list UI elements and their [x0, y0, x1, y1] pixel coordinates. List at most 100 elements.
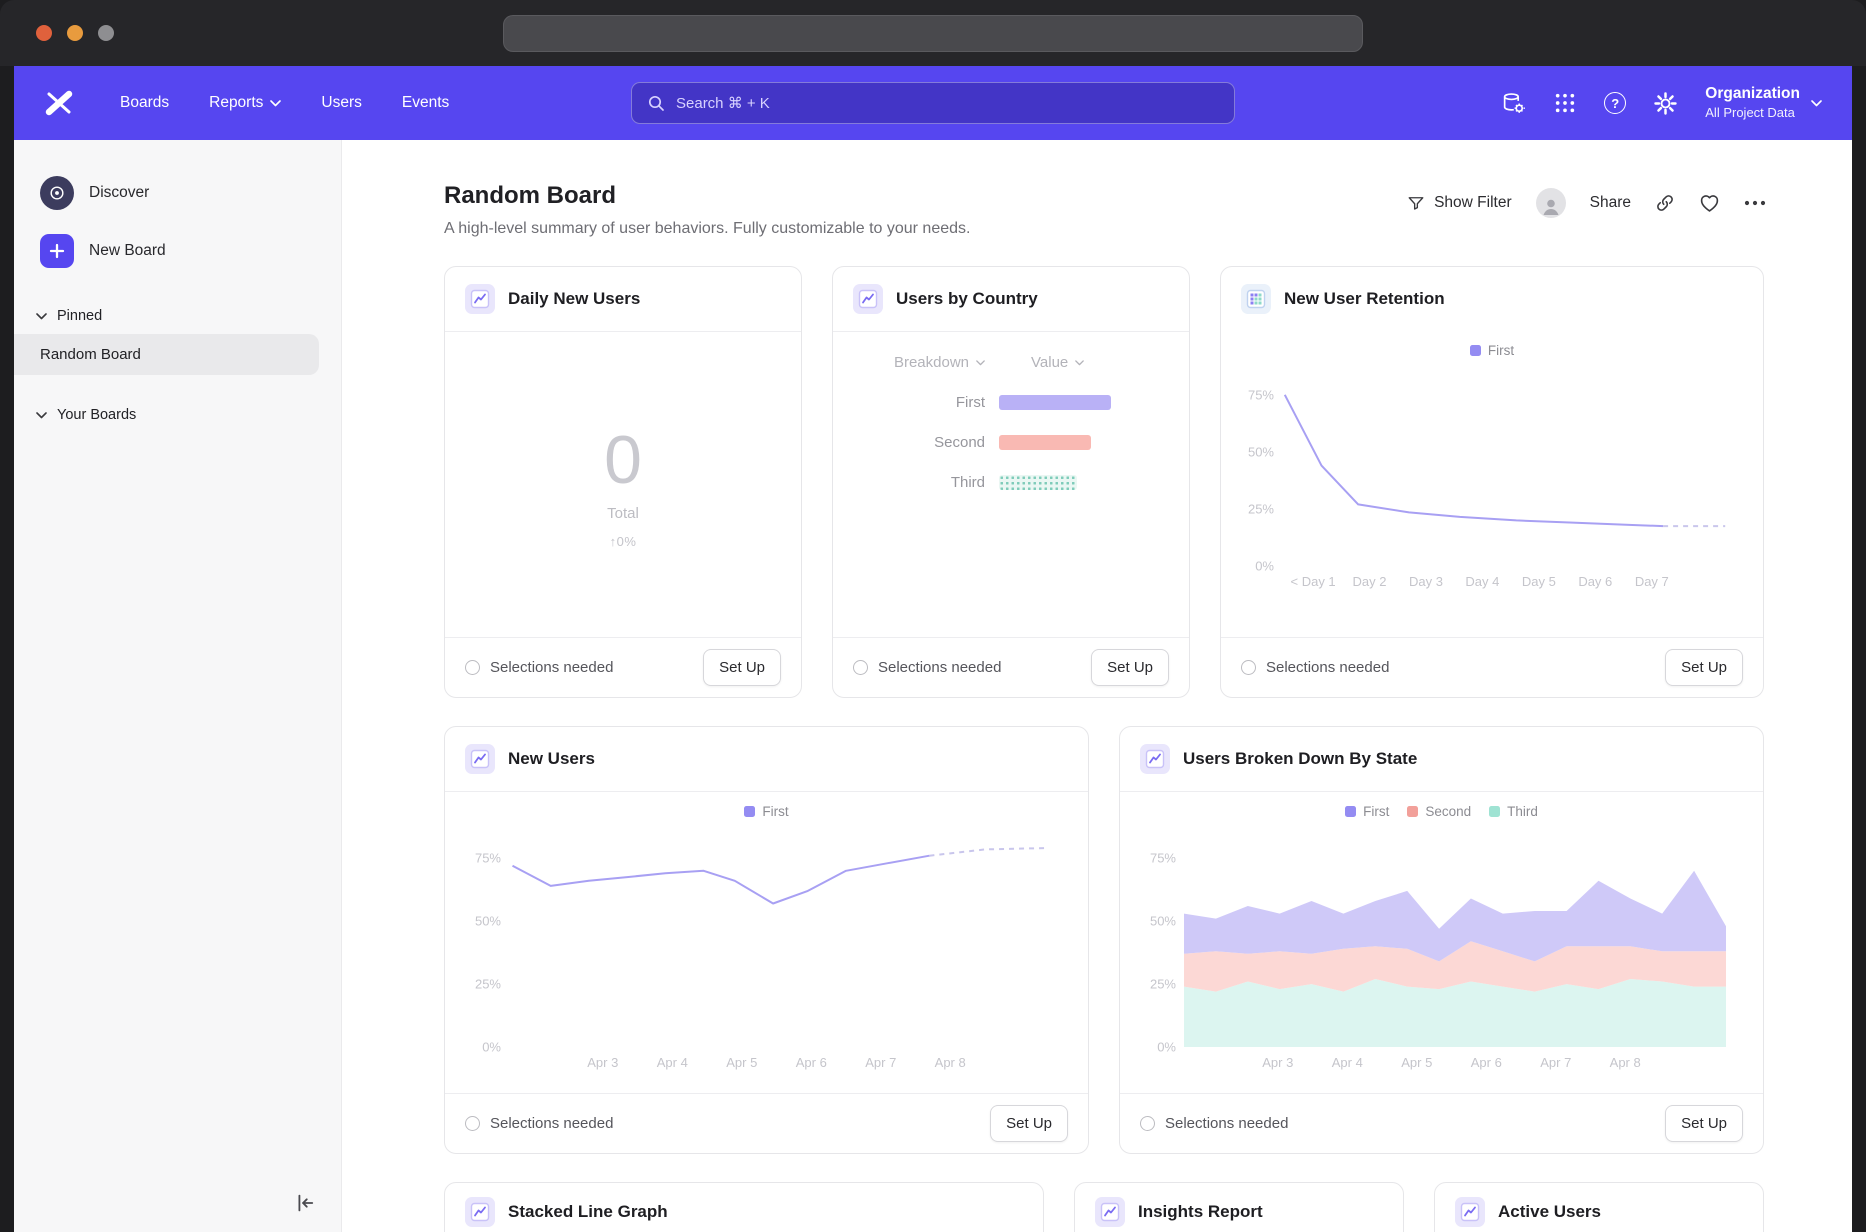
new-users-chart: 75%50%25%0%Apr 3Apr 4Apr 5Apr 6Apr 7Apr … — [467, 825, 1067, 1075]
card-title: Active Users — [1498, 1202, 1601, 1222]
data-management-icon[interactable] — [1501, 91, 1526, 116]
board-main: Random Board A high-level summary of use… — [342, 140, 1852, 1232]
avatar[interactable] — [1536, 188, 1566, 218]
sidebar-section-your-boards[interactable]: Your Boards — [14, 397, 341, 429]
retention-chart: 75%50%25%0%< Day 1Day 2Day 3Day 4Day 5Da… — [1240, 364, 1744, 594]
svg-text:0%: 0% — [1255, 559, 1274, 574]
sidebar-section-label: Pinned — [57, 308, 102, 324]
settings-gear-icon[interactable] — [1654, 92, 1677, 115]
person-icon — [1539, 194, 1563, 218]
country-row-bar — [999, 395, 1111, 410]
close-window-button[interactable] — [36, 25, 52, 41]
nav-item-users[interactable]: Users — [321, 94, 361, 112]
country-row-label: Second — [857, 434, 985, 451]
legend-item: First — [1345, 804, 1389, 819]
svg-text:25%: 25% — [474, 977, 500, 992]
set-up-button[interactable]: Set Up — [1665, 1105, 1743, 1142]
card-row-1: Daily New Users 0 Total ↑0% Selections n… — [444, 266, 1766, 698]
copy-link-button[interactable] — [1655, 193, 1675, 213]
svg-text:50%: 50% — [1149, 914, 1175, 929]
nav-item-reports[interactable]: Reports — [209, 94, 281, 112]
svg-text:25%: 25% — [1149, 977, 1175, 992]
svg-text:Day 4: Day 4 — [1465, 574, 1499, 589]
card-daily-new-users: Daily New Users 0 Total ↑0% Selections n… — [444, 266, 802, 698]
nav-item-events[interactable]: Events — [402, 94, 449, 112]
org-switcher[interactable]: Organization All Project Data — [1705, 84, 1822, 121]
chevron-down-icon — [1075, 360, 1084, 366]
chart-legend: First — [1221, 343, 1763, 358]
line-chart-icon — [1140, 744, 1170, 774]
card-header: Active Users — [1435, 1183, 1763, 1232]
country-row-bar — [999, 475, 1077, 490]
line-chart-icon — [465, 284, 495, 314]
country-row: Second — [857, 434, 1165, 451]
status-circle-icon — [1241, 660, 1256, 675]
page-subtitle: A high-level summary of user behaviors. … — [444, 220, 970, 238]
favorite-button[interactable] — [1699, 193, 1720, 213]
svg-text:Day 3: Day 3 — [1409, 574, 1443, 589]
legend-item: First — [1470, 343, 1514, 358]
legend-swatch — [1345, 806, 1356, 817]
nav-item-label: Users — [321, 94, 361, 112]
svg-text:Apr 6: Apr 6 — [1470, 1055, 1501, 1070]
card-footer: Selections needed Set Up — [1120, 1093, 1763, 1153]
status-badge: Selections needed — [465, 1115, 613, 1132]
legend-item: Third — [1489, 804, 1538, 819]
sidebar-item-random-board[interactable]: Random Board — [14, 334, 319, 375]
legend-swatch — [1470, 345, 1481, 356]
sidebar: Discover New Board Pinned Random Board Y… — [14, 140, 342, 1232]
country-chart-body: Breakdown Value FirstSecondThird — [833, 332, 1189, 637]
help-icon[interactable]: ? — [1604, 92, 1626, 114]
sidebar-section-label: Your Boards — [57, 407, 136, 423]
nav-item-label: Reports — [209, 94, 263, 112]
svg-text:0%: 0% — [482, 1040, 501, 1055]
breakdown-dropdown[interactable]: Breakdown — [857, 354, 985, 371]
sidebar-item-discover[interactable]: Discover — [14, 168, 341, 218]
org-name: Organization — [1705, 84, 1800, 104]
share-button[interactable]: Share — [1590, 194, 1631, 212]
card-insights-report: Insights Report — [1074, 1182, 1404, 1232]
svg-text:Day 7: Day 7 — [1635, 574, 1669, 589]
value-dropdown[interactable]: Value — [1031, 354, 1084, 371]
set-up-button[interactable]: Set Up — [1091, 649, 1169, 686]
set-up-button[interactable]: Set Up — [1665, 649, 1743, 686]
country-row: Third — [857, 474, 1165, 491]
address-bar[interactable] — [503, 15, 1363, 52]
collapse-sidebar-button[interactable] — [293, 1192, 315, 1214]
board-titles: Random Board A high-level summary of use… — [444, 182, 970, 238]
search-input[interactable]: Search ⌘ + K — [631, 82, 1235, 124]
card-new-user-retention: New User Retention First 75%50%25%0%< Da… — [1220, 266, 1764, 698]
chart-legend: First — [445, 804, 1088, 819]
search-icon — [647, 94, 665, 112]
minimize-window-button[interactable] — [67, 25, 83, 41]
chevron-down-icon — [1811, 100, 1822, 107]
more-options-button[interactable] — [1744, 200, 1766, 206]
card-header: Stacked Line Graph — [445, 1183, 1043, 1232]
set-up-button[interactable]: Set Up — [703, 649, 781, 686]
svg-text:Apr 6: Apr 6 — [795, 1055, 826, 1070]
svg-text:Apr 7: Apr 7 — [1540, 1055, 1571, 1070]
card-title: Users Broken Down By State — [1183, 749, 1417, 769]
discover-icon — [40, 176, 74, 210]
sidebar-item-new-board[interactable]: New Board — [14, 226, 341, 276]
sidebar-item-label: Discover — [89, 184, 149, 202]
board-actions: Show Filter Share — [1407, 188, 1766, 218]
nav-item-boards[interactable]: Boards — [120, 94, 169, 112]
status-circle-icon — [1140, 1116, 1155, 1131]
maximize-window-button[interactable] — [98, 25, 114, 41]
svg-text:50%: 50% — [474, 914, 500, 929]
line-chart-icon — [465, 744, 495, 774]
nav-item-label: Boards — [120, 94, 169, 112]
apps-grid-icon[interactable] — [1554, 92, 1576, 114]
set-up-button[interactable]: Set Up — [990, 1105, 1068, 1142]
chevron-down-icon — [36, 412, 47, 419]
sidebar-section-pinned[interactable]: Pinned — [14, 298, 341, 330]
show-filter-button[interactable]: Show Filter — [1407, 194, 1512, 212]
card-title: Insights Report — [1138, 1202, 1263, 1222]
nav-utilities: ? Organization All Project Data — [1501, 84, 1822, 121]
primary-nav: Boards Reports Users Events — [120, 94, 449, 112]
legend-swatch — [1489, 806, 1500, 817]
mixpanel-logo-icon[interactable] — [44, 89, 74, 117]
card-stacked-line-graph: Stacked Line Graph — [444, 1182, 1044, 1232]
state-chart-body: FirstSecondThird 75%50%25%0%Apr 3Apr 4Ap… — [1120, 792, 1763, 1093]
